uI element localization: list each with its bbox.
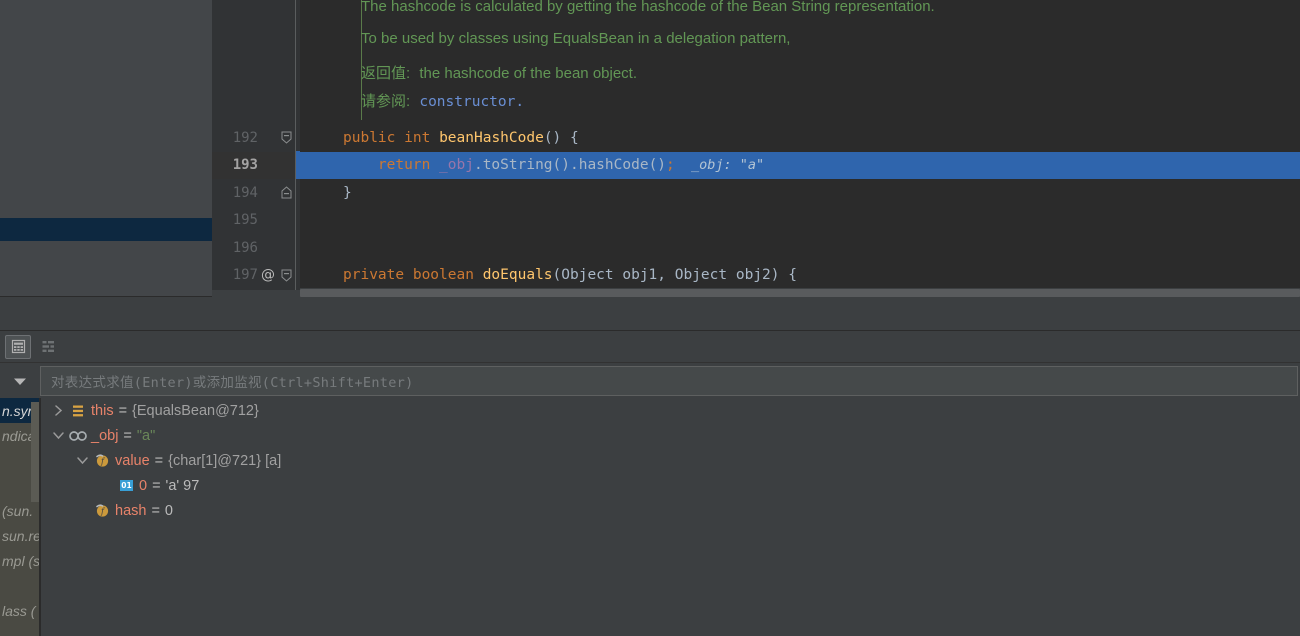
code-line-text: private boolean doEquals(Object obj1, Ob… — [343, 267, 797, 284]
primitive-icon: 01 — [115, 473, 137, 498]
javadoc-returns-text: the hashcode of the bean object. — [419, 65, 638, 82]
variable-name: 0 — [139, 477, 148, 494]
variable-name: hash — [115, 502, 147, 519]
fold-toggle-icon[interactable] — [278, 207, 294, 235]
gutter-line-193[interactable]: 193 — [212, 151, 300, 180]
line-number: 193 — [232, 157, 258, 174]
watch-expression-row: 对表达式求值(Enter)或添加监视(Ctrl+Shift+Enter) — [0, 364, 1300, 398]
gutter-line-195[interactable]: 195 — [212, 207, 300, 235]
overlay-selected-band — [0, 218, 212, 241]
frame-row[interactable] — [0, 573, 40, 598]
frames-panel[interactable]: n.syn ndicat (sun. sun.re mpl (s lass ( — [0, 398, 40, 636]
line-number: 194 — [232, 184, 258, 201]
gutter-line-197[interactable]: 197 @ — [212, 262, 300, 290]
editor-gutter[interactable]: 192 193 194 195 196 197 @ — [212, 0, 300, 290]
code-line-192[interactable]: public int beanHashCode() { — [300, 124, 1300, 152]
frame-row[interactable]: mpl (s — [0, 548, 40, 573]
variable-value: {char[1]@721} — [168, 452, 262, 469]
variables-tree[interactable]: this = {EqualsBean@712} _obj = "a" f value = {cha… — [40, 398, 1300, 636]
editor-left-overlay-panel — [0, 0, 212, 297]
object-field-icon — [67, 398, 89, 423]
debug-tab-strip — [0, 297, 1300, 331]
annotation-marker-icon[interactable]: @ — [258, 267, 278, 283]
field-icon: f — [91, 498, 113, 523]
group-by-glyph — [42, 341, 54, 352]
chevron-down-glyph — [14, 378, 26, 385]
variable-row[interactable]: 01 0 ='a' 97 — [41, 473, 1300, 498]
javadoc-line-2: To be used by classes using EqualsBean i… — [361, 30, 791, 47]
variable-value: 'a' 97 — [165, 477, 200, 494]
variable-value-extra: [a] — [261, 452, 282, 469]
javadoc-see-label: 请参阅: — [361, 93, 411, 110]
frame-row[interactable]: lass ( — [0, 598, 40, 623]
javadoc-line-1: The hashcode is calculated by getting th… — [361, 0, 935, 15]
variable-value: {EqualsBean@712} — [132, 402, 259, 419]
variable-value: 0 — [164, 502, 173, 519]
table-grid-glyph — [11, 339, 25, 354]
watch-expression-input[interactable]: 对表达式求值(Enter)或添加监视(Ctrl+Shift+Enter) — [40, 366, 1298, 396]
fold-toggle-icon[interactable] — [278, 179, 294, 207]
javadoc-see-link[interactable]: constructor. — [419, 94, 524, 110]
code-editor[interactable]: The hashcode is calculated by getting th… — [0, 0, 1300, 297]
code-line-197[interactable]: private boolean doEquals(Object obj1, Ob… — [300, 262, 1300, 290]
code-line-text: return _obj.toString().hashCode(); — [377, 157, 675, 174]
frame-row[interactable]: sun.re — [0, 523, 40, 548]
debug-tool-window: 对表达式求值(Enter)或添加监视(Ctrl+Shift+Enter) thi… — [0, 297, 1300, 636]
gutter-line-196[interactable]: 196 — [212, 234, 300, 262]
variable-equals: = — [154, 452, 164, 469]
local-variable-icon — [67, 423, 89, 448]
variable-name: _obj — [91, 427, 119, 444]
overlay-bottom-divider — [0, 296, 212, 297]
gutter-line-194[interactable]: 194 — [212, 179, 300, 207]
watch-input-placeholder: 对表达式求值(Enter)或添加监视(Ctrl+Shift+Enter) — [51, 375, 414, 391]
code-line-194[interactable]: } — [300, 179, 1300, 207]
variable-value: "a" — [136, 427, 156, 444]
variable-equals: = — [151, 502, 160, 519]
variable-row[interactable]: this = {EqualsBean@712} — [41, 398, 1300, 423]
inline-debug-hint: _obj: "a" — [674, 157, 765, 174]
variable-row[interactable]: f value = {char[1]@721} [a] — [41, 448, 1300, 473]
gutter-line-192[interactable]: 192 — [212, 124, 300, 152]
line-number: 195 — [232, 212, 258, 229]
variable-row[interactable]: _obj = "a" — [41, 423, 1300, 448]
idea-debugger-window: The hashcode is calculated by getting th… — [0, 0, 1300, 636]
javadoc-see: 请参阅: constructor. — [361, 90, 524, 111]
code-line-195[interactable] — [300, 207, 1300, 235]
chevron-down-icon[interactable] — [0, 364, 40, 398]
variable-equals: = — [123, 427, 132, 444]
fold-toggle-icon[interactable] — [278, 262, 294, 290]
selection-edge-stripe — [296, 151, 300, 179]
code-pane[interactable]: The hashcode is calculated by getting th… — [300, 0, 1300, 290]
group-by-icon[interactable] — [37, 335, 63, 359]
fold-toggle-icon[interactable] — [278, 152, 294, 180]
code-line-text: public int beanHashCode() { — [343, 129, 579, 146]
line-number: 192 — [232, 129, 258, 146]
fold-toggle-icon[interactable] — [278, 124, 294, 152]
editor-horizontal-scrollbar[interactable] — [300, 288, 1300, 297]
variable-row[interactable]: f hash = 0 — [41, 498, 1300, 523]
javadoc-returns: 返回值: the hashcode of the bean object. — [361, 62, 637, 83]
tree-twisty-icon[interactable] — [49, 398, 67, 423]
line-number: 197 — [232, 267, 258, 284]
tree-twisty-icon[interactable] — [49, 423, 67, 448]
variable-equals: = — [118, 402, 128, 419]
debugger-toolbar — [0, 331, 1300, 363]
tree-twisty-icon[interactable] — [73, 448, 91, 473]
code-line-text: } — [343, 184, 352, 201]
svg-text:01: 01 — [121, 481, 131, 490]
variable-name: this — [91, 402, 114, 419]
fold-toggle-icon[interactable] — [278, 234, 294, 262]
variable-name: value — [115, 452, 150, 469]
variable-rows: this = {EqualsBean@712} _obj = "a" f value = {cha… — [41, 398, 1300, 523]
frames-panel-divider — [39, 398, 40, 636]
editor-hscroll-thumb[interactable] — [300, 289, 1300, 297]
fold-guide-line — [295, 0, 296, 290]
code-line-193[interactable]: return _obj.toString().hashCode(); _obj:… — [300, 151, 1300, 179]
variable-equals: = — [152, 477, 161, 494]
code-line-196[interactable] — [300, 234, 1300, 262]
javadoc-returns-label: 返回值: — [361, 65, 411, 82]
line-number: 196 — [232, 239, 258, 256]
show-values-in-table-icon[interactable] — [5, 334, 31, 359]
field-icon: f — [91, 448, 113, 473]
